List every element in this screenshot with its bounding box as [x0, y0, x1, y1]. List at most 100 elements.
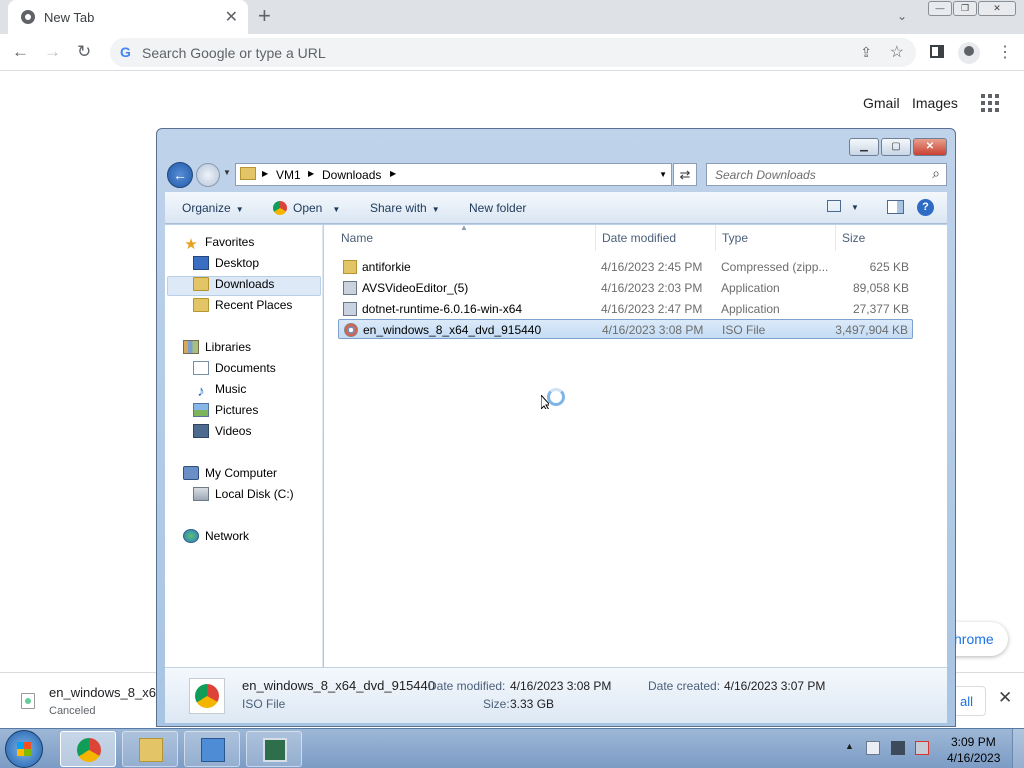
- column-header-type[interactable]: Type: [722, 231, 748, 245]
- installer-icon: [343, 281, 357, 295]
- explorer-minimize-button[interactable]: ▁: [849, 138, 879, 156]
- show-desktop-button[interactable]: [1012, 729, 1024, 768]
- search-downloads-input[interactable]: Search Downloads ⌕: [706, 163, 947, 186]
- file-row[interactable]: AVSVideoEditor_(5) 4/16/2023 2:03 PM App…: [338, 278, 913, 298]
- download-bar-close-icon[interactable]: ✕: [998, 688, 1012, 708]
- network-tray-icon[interactable]: [891, 741, 905, 755]
- taskbar-control-panel[interactable]: [184, 731, 240, 767]
- taskbar-chrome[interactable]: [60, 731, 116, 767]
- nav-music[interactable]: ♪ Music: [193, 382, 246, 402]
- clock-date[interactable]: 4/16/2023: [947, 751, 1000, 765]
- folder-icon: [240, 167, 256, 180]
- help-icon[interactable]: ?: [917, 199, 934, 216]
- taskbar-explorer[interactable]: [122, 731, 178, 767]
- nav-documents[interactable]: Documents: [193, 361, 276, 381]
- chrome-menu-icon[interactable]: ⋮: [997, 42, 1013, 62]
- nav-videos[interactable]: Videos: [193, 424, 251, 444]
- profile-avatar-icon[interactable]: [958, 42, 980, 64]
- details-date-created-label: Date created:: [648, 679, 721, 693]
- navigation-pane: ★ Favorites Desktop Downloads Recent Plac…: [165, 225, 323, 667]
- chrome-icon: [273, 201, 287, 215]
- file-preview-icon: [189, 678, 225, 714]
- volume-muted-icon[interactable]: [915, 741, 929, 755]
- computer-icon: [183, 466, 199, 480]
- column-header-date-modified[interactable]: Date modified: [602, 231, 676, 245]
- recent-pages-chevron-icon[interactable]: ▼: [223, 168, 231, 177]
- bookmark-star-icon[interactable]: ☆: [890, 42, 904, 62]
- gmail-link[interactable]: Gmail: [863, 95, 900, 111]
- action-center-flag-icon[interactable]: [866, 741, 880, 755]
- nav-my-computer[interactable]: My Computer: [183, 466, 277, 486]
- nav-network[interactable]: Network: [183, 529, 249, 549]
- file-name: en_windows_8_x64_dvd_915440: [363, 323, 542, 337]
- nav-downloads[interactable]: Downloads: [167, 276, 321, 296]
- share-icon[interactable]: ⇪: [860, 44, 872, 61]
- tab-strip: New Tab ✕ + ⌄ — ❐ ✕: [0, 0, 1024, 34]
- column-divider[interactable]: [715, 225, 716, 251]
- back-arrow-icon[interactable]: ←: [12, 42, 29, 62]
- preview-pane-icon[interactable]: [887, 200, 904, 214]
- organize-button[interactable]: Organize ▼: [182, 201, 244, 215]
- google-g-icon: G: [120, 44, 131, 60]
- forward-arrow-icon[interactable]: →: [44, 42, 61, 62]
- new-folder-button[interactable]: New folder: [469, 201, 526, 215]
- start-button[interactable]: [5, 730, 43, 768]
- breadcrumb-vm1[interactable]: VM1: [276, 168, 301, 182]
- column-header-name[interactable]: Name: [341, 231, 373, 245]
- column-header-size[interactable]: Size: [842, 231, 865, 245]
- breadcrumb-arrow-icon[interactable]: ▶: [390, 169, 396, 178]
- zip-folder-icon: [343, 260, 357, 274]
- view-options-chevron-icon[interactable]: ▼: [851, 203, 859, 212]
- tab-search-chevron-icon[interactable]: ⌄: [897, 9, 907, 23]
- details-file-type: ISO File: [242, 697, 286, 711]
- nav-recent-places-label: Recent Places: [215, 298, 293, 312]
- tab-close-icon[interactable]: ✕: [225, 7, 238, 27]
- explorer-maximize-button[interactable]: ▢: [881, 138, 911, 156]
- search-icon[interactable]: ⌕: [932, 165, 940, 182]
- images-link[interactable]: Images: [912, 95, 958, 111]
- details-date-modified: 4/16/2023 3:08 PM: [510, 679, 612, 693]
- windows-logo-icon: [17, 742, 31, 756]
- explorer-close-button[interactable]: ✕: [913, 138, 947, 156]
- breadcrumb-arrow-icon[interactable]: ▶: [262, 169, 268, 178]
- file-type: Application: [721, 281, 780, 295]
- change-view-icon[interactable]: [827, 200, 841, 212]
- address-dropdown-icon[interactable]: ▼: [659, 170, 667, 179]
- nav-favorites[interactable]: ★ Favorites: [183, 235, 254, 255]
- nav-pictures[interactable]: Pictures: [193, 403, 258, 423]
- google-apps-grid-icon[interactable]: [981, 94, 999, 112]
- reload-icon[interactable]: ↻: [77, 42, 91, 62]
- side-panel-icon[interactable]: [930, 45, 944, 58]
- share-with-button[interactable]: Share with ▼: [370, 201, 440, 215]
- nav-recent-places[interactable]: Recent Places: [193, 298, 292, 318]
- customize-chrome-label: hrome: [954, 631, 994, 647]
- omnibox[interactable]: G Search Google or type a URL ⇪ ☆: [110, 38, 916, 67]
- breadcrumb-arrow-icon[interactable]: ▶: [308, 169, 314, 178]
- taskbar-monitor-app[interactable]: [246, 731, 302, 767]
- minimize-button[interactable]: —: [928, 1, 952, 16]
- nav-local-disk[interactable]: Local Disk (C:): [193, 487, 294, 507]
- show-hidden-icons-icon[interactable]: ▲: [845, 741, 854, 751]
- restore-button[interactable]: ❐: [953, 1, 977, 16]
- explorer-back-button[interactable]: ←: [167, 162, 193, 188]
- nav-videos-label: Videos: [215, 424, 252, 438]
- file-name: dotnet-runtime-6.0.16-win-x64: [362, 302, 523, 316]
- new-tab-plus-icon[interactable]: +: [258, 3, 271, 29]
- file-row-selected[interactable]: en_windows_8_x64_dvd_915440 4/16/2023 3:…: [338, 319, 913, 339]
- file-row[interactable]: antiforkie 4/16/2023 2:45 PM Compressed …: [338, 257, 913, 277]
- explorer-forward-button[interactable]: [196, 163, 220, 187]
- close-window-button[interactable]: ✕: [978, 1, 1016, 16]
- details-pane: en_windows_8_x64_dvd_915440 ISO File Dat…: [165, 667, 947, 723]
- tab-new-tab[interactable]: New Tab ✕: [8, 0, 248, 34]
- nav-desktop[interactable]: Desktop: [193, 256, 259, 276]
- file-row[interactable]: dotnet-runtime-6.0.16-win-x64 4/16/2023 …: [338, 299, 913, 319]
- refresh-button[interactable]: ⇄: [673, 163, 697, 186]
- nav-libraries[interactable]: Libraries: [183, 340, 251, 360]
- address-bar[interactable]: ▶ VM1 ▶ Downloads ▶ ▼: [235, 163, 672, 186]
- breadcrumb-downloads[interactable]: Downloads: [322, 168, 381, 182]
- column-divider[interactable]: [835, 225, 836, 251]
- column-divider[interactable]: [595, 225, 596, 251]
- clock-time[interactable]: 3:09 PM: [951, 735, 996, 749]
- open-button[interactable]: Open ▼: [273, 201, 340, 215]
- download-file-name[interactable]: en_windows_8_x64: [49, 685, 163, 700]
